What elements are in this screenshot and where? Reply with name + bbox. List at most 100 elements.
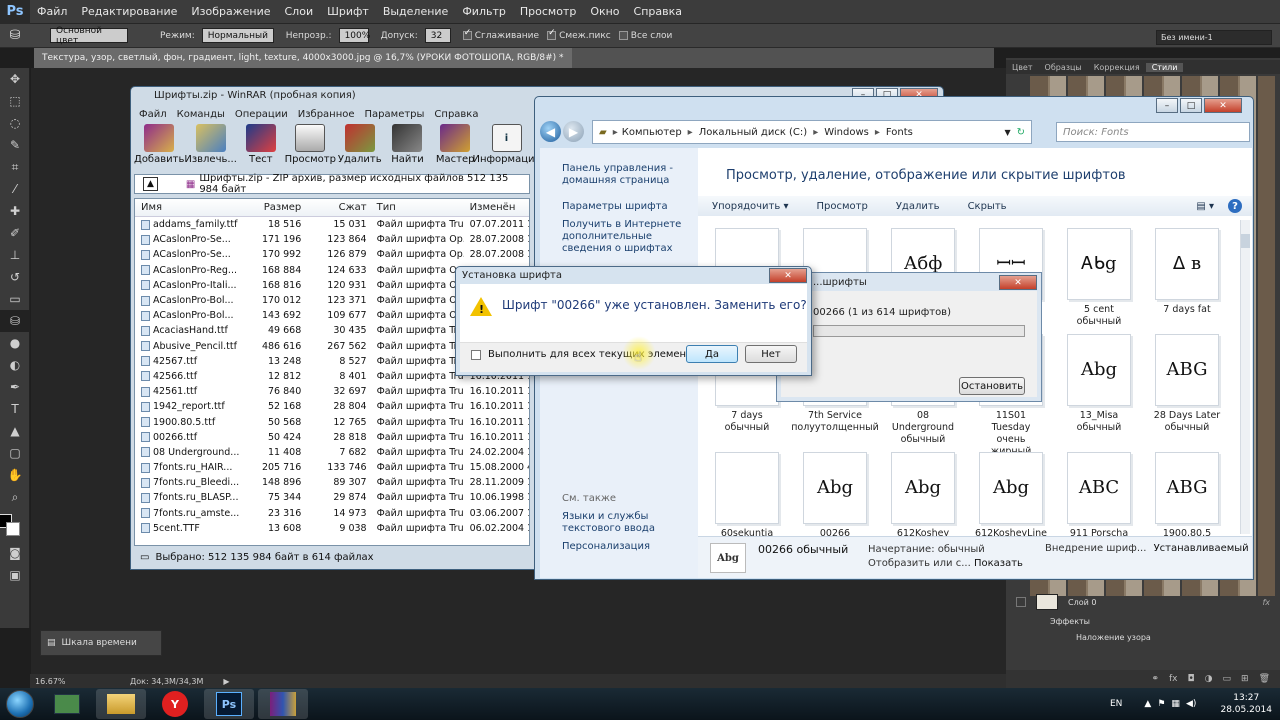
menu-select[interactable]: Выделение <box>376 5 456 18</box>
table-row[interactable]: ACaslonPro-Se... 170 992 126 879 Файл шрифт… <box>135 247 529 262</box>
volume-icon[interactable]: ◀) <box>1186 699 1196 709</box>
winrar-delete-button[interactable]: Удалить <box>336 124 384 170</box>
menu-layer[interactable]: Слои <box>278 5 321 18</box>
table-row[interactable]: 42561.ttf 76 840 32 697 Файл шрифта Tru... 1… <box>135 384 529 399</box>
screen-mode-icon[interactable]: ▣ <box>0 564 30 586</box>
path-select-tool-icon[interactable]: ▲ <box>0 420 30 442</box>
taskbar-photoshop[interactable]: Ps <box>204 689 254 719</box>
marquee-tool-icon[interactable]: ⬚ <box>0 90 30 112</box>
clock[interactable]: 13:27 28.05.2014 <box>1220 692 1272 716</box>
fonts-scrollbar[interactable] <box>1240 220 1250 534</box>
move-tool-icon[interactable]: ✥ <box>0 68 30 90</box>
scrollbar-thumb[interactable] <box>1241 234 1250 248</box>
address-dropdown-icon[interactable]: ▼ <box>1004 128 1010 137</box>
personalization-link[interactable]: Персонализация <box>540 538 698 556</box>
forward-arrow-icon[interactable]: ▶ <box>563 121 584 142</box>
font-tile[interactable]: ABG 28 Days Later обычный <box>1152 334 1222 470</box>
antialias-checkbox[interactable] <box>462 28 472 40</box>
color-swatches-icon[interactable] <box>0 508 30 542</box>
zoom-level[interactable]: 16.67% <box>30 677 90 686</box>
help-icon[interactable]: ? <box>1228 199 1242 213</box>
winrar-test-button[interactable]: Тест <box>237 124 285 170</box>
quick-mask-icon[interactable]: ◙ <box>0 542 30 564</box>
menu-edit[interactable]: Редактирование <box>74 5 184 18</box>
up-folder-icon[interactable]: ▲ <box>143 177 158 191</box>
hand-tool-icon[interactable]: ✋ <box>0 464 30 486</box>
mode-select[interactable]: Нормальный <box>201 28 274 43</box>
table-row[interactable]: 7fonts.ru_Bleedi... 148 896 89 307 Файл шри… <box>135 475 529 490</box>
get-fonts-online-link[interactable]: Получить в Интернете дополнительные свед… <box>540 216 698 258</box>
menu-image[interactable]: Изображение <box>184 5 277 18</box>
trash-icon[interactable]: 🗑 <box>1259 674 1270 684</box>
taskbar-winrar[interactable] <box>258 689 308 719</box>
crumb-computer[interactable]: Компьютер <box>622 127 682 138</box>
winrar-menu-commands[interactable]: Команды <box>172 109 230 120</box>
brush-tool-icon[interactable]: ✐ <box>0 222 30 244</box>
no-button[interactable]: Нет <box>745 345 797 363</box>
all-layers-checkbox[interactable] <box>618 31 628 40</box>
table-row[interactable]: ACaslonPro-Se... 171 196 123 864 Файл шрифт… <box>135 232 529 247</box>
link-layers-icon[interactable]: ⚭ <box>1151 674 1159 684</box>
delete-button[interactable]: Удалить <box>882 201 954 212</box>
stop-button[interactable]: Остановить <box>959 377 1025 395</box>
winrar-menu-file[interactable]: Файл <box>134 109 172 120</box>
menu-type[interactable]: Шрифт <box>320 5 376 18</box>
winrar-extract-button[interactable]: Извлечь... <box>184 124 237 170</box>
dodge-tool-icon[interactable]: ◐ <box>0 354 30 376</box>
progress-close-button[interactable]: ✕ <box>999 275 1037 290</box>
opacity-input[interactable]: 100% <box>338 28 370 43</box>
tab-adjustments[interactable]: Коррекция <box>1088 63 1146 72</box>
table-row[interactable]: 1900.80.5.ttf 50 568 12 765 Файл шрифта Tru… <box>135 414 529 429</box>
workspace-select[interactable]: Без имени-1 <box>1156 30 1272 45</box>
blur-tool-icon[interactable]: ● <box>0 332 30 354</box>
table-row[interactable]: 00266.ttf 50 424 28 818 Файл шрифта Tru... 1… <box>135 430 529 445</box>
apply-all-checkbox[interactable] <box>471 350 481 360</box>
fonts-close-button[interactable]: ✕ <box>1204 98 1242 113</box>
status-arrow-icon[interactable]: ▶ <box>223 677 229 686</box>
tab-styles[interactable]: Стили <box>1145 62 1184 72</box>
winrar-add-button[interactable]: Добавить <box>134 124 184 170</box>
crumb-windows[interactable]: Windows <box>824 127 869 138</box>
pen-tool-icon[interactable]: ✒ <box>0 376 30 398</box>
table-row[interactable]: 08 Underground... 11 408 7 682 Файл шрифта … <box>135 445 529 460</box>
visibility-icon[interactable] <box>1016 597 1026 607</box>
winrar-view-button[interactable]: Просмотр <box>285 124 336 170</box>
healing-tool-icon[interactable]: ✚ <box>0 200 30 222</box>
stamp-tool-icon[interactable]: ⊥ <box>0 244 30 266</box>
paint-bucket-icon[interactable]: ⛁ <box>0 28 30 43</box>
add-mask-icon[interactable]: ◘ <box>1188 674 1195 684</box>
fonts-maximize-button[interactable]: □ <box>1180 98 1202 113</box>
document-tab[interactable]: Текстура, узор, светлый, фон, градиент, … <box>34 48 572 68</box>
col-size[interactable]: Размер <box>252 202 305 213</box>
preview-button[interactable]: Просмотр <box>802 201 881 212</box>
font-tile[interactable]: Abg 13_Misa обычный <box>1064 334 1134 470</box>
menu-file[interactable]: Файл <box>30 5 74 18</box>
new-group-icon[interactable]: ▭ <box>1223 674 1232 684</box>
add-style-icon[interactable]: fx <box>1169 674 1178 684</box>
paint-bucket-tool-icon[interactable]: ⛁ <box>0 310 30 332</box>
fill-source-select[interactable]: Основной цвет <box>50 26 128 46</box>
winrar-menu-options[interactable]: Параметры <box>360 109 430 120</box>
new-layer-icon[interactable]: ⊞ <box>1241 674 1249 684</box>
taskbar-desktop-app[interactable] <box>42 689 92 719</box>
adjustment-layer-icon[interactable]: ◑ <box>1205 674 1213 684</box>
tray-arrow-icon[interactable]: ▲ <box>1144 699 1151 709</box>
winrar-info-button[interactable]: i Информация <box>472 124 541 170</box>
lasso-tool-icon[interactable]: ◌ <box>0 112 30 134</box>
table-row[interactable]: 7fonts.ru_amste... 23 316 14 973 Файл шрифт… <box>135 506 529 521</box>
crop-tool-icon[interactable]: ⌗ <box>0 156 30 178</box>
table-row[interactable]: 7fonts.ru_HAIR... 205 716 133 746 Файл шриф… <box>135 460 529 475</box>
timeline-panel[interactable]: ▤ Шкала времени <box>40 630 162 656</box>
eyedropper-tool-icon[interactable]: ⁄ <box>0 178 30 200</box>
winrar-menu-operations[interactable]: Операции <box>230 109 293 120</box>
col-type[interactable]: Тип <box>371 202 464 213</box>
winrar-menu-help[interactable]: Справка <box>429 109 483 120</box>
winrar-find-button[interactable]: Найти <box>384 124 432 170</box>
menu-filter[interactable]: Фильтр <box>455 5 513 18</box>
winrar-menu-favorites[interactable]: Избранное <box>293 109 360 120</box>
col-modified[interactable]: Изменён <box>464 202 529 213</box>
winrar-path-bar[interactable]: ▲ ▦ Шрифты.zip - ZIP архив, размер исход… <box>134 173 530 195</box>
crumb-fonts[interactable]: Fonts <box>886 127 913 138</box>
organize-button[interactable]: Упорядочить ▾ <box>698 201 802 212</box>
history-brush-icon[interactable]: ↺ <box>0 266 30 288</box>
